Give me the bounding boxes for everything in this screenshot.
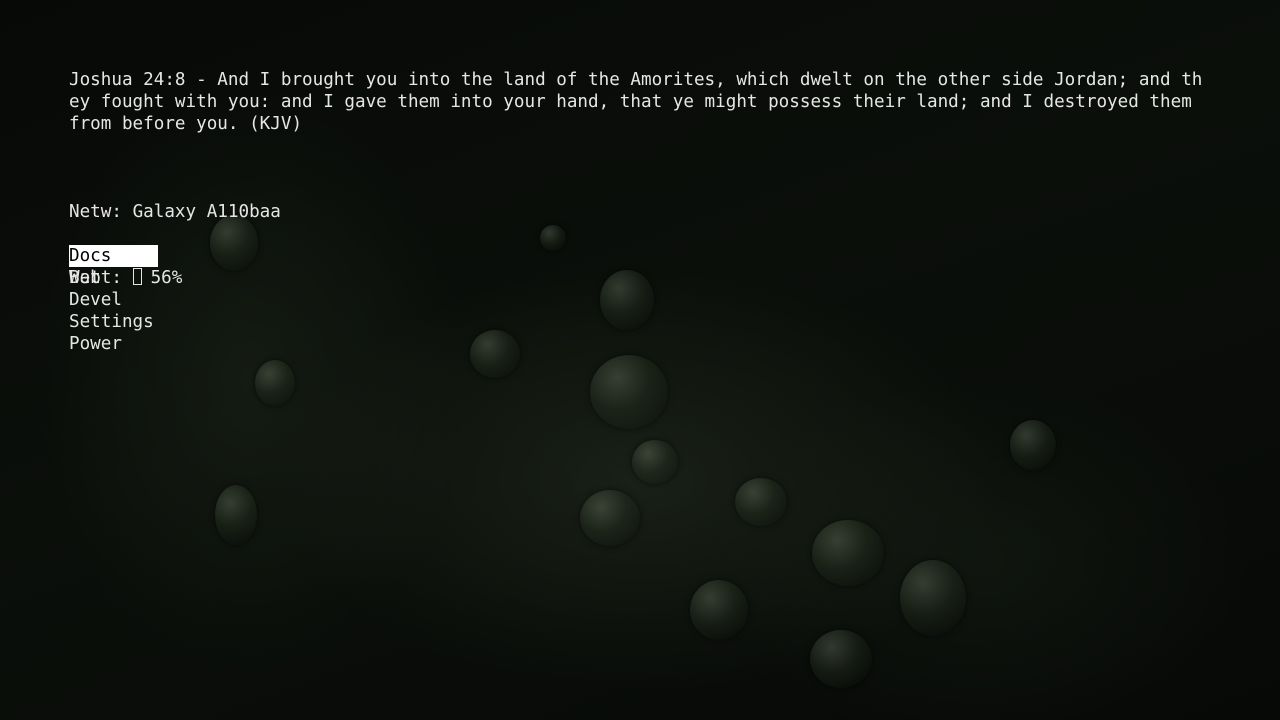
water-drop — [470, 330, 520, 378]
bible-verse: Joshua 24:8 - And I brought you into the… — [69, 70, 1203, 134]
launcher-menu: Docs Web Devel Settings Power — [69, 245, 158, 355]
water-drop — [812, 520, 884, 586]
water-drop — [810, 630, 872, 688]
menu-item-label: Docs — [69, 246, 112, 266]
water-drop — [1010, 420, 1056, 470]
desktop-screen: Joshua 24:8 - And I brought you into the… — [0, 0, 1280, 720]
water-drop — [215, 485, 257, 545]
menu-item-power[interactable]: Power — [69, 333, 158, 355]
menu-item-devel[interactable]: Devel — [69, 289, 158, 311]
menu-item-docs[interactable]: Docs — [69, 245, 158, 267]
water-drop — [590, 355, 668, 429]
network-name: Galaxy A110baa — [132, 202, 281, 222]
menu-item-settings[interactable]: Settings — [69, 311, 158, 333]
menu-item-label: Devel — [69, 290, 122, 310]
water-drop — [900, 560, 966, 636]
water-drop — [735, 478, 787, 526]
menu-item-web[interactable]: Web — [69, 267, 158, 289]
network-status: Netw: Galaxy A110baa — [69, 201, 281, 223]
network-label: Netw: — [69, 202, 122, 222]
menu-item-label: Web — [69, 268, 101, 288]
water-drop — [690, 580, 748, 640]
menu-item-label: Power — [69, 334, 122, 354]
water-drop — [600, 270, 654, 330]
water-drop — [540, 225, 566, 251]
water-drop — [580, 490, 640, 546]
water-drop — [632, 440, 678, 484]
water-drop — [255, 360, 295, 406]
menu-item-label: Settings — [69, 312, 154, 332]
